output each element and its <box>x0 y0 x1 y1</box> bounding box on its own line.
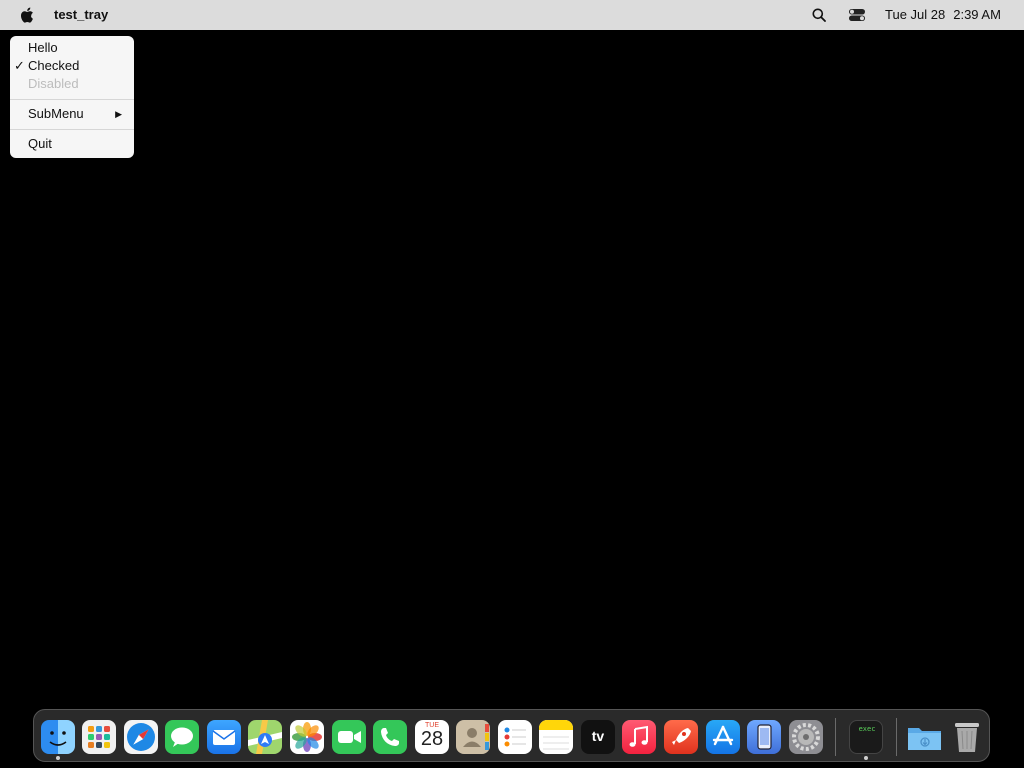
app-store-icon[interactable] <box>706 720 740 754</box>
submenu-arrow-icon: ▶ <box>115 109 122 119</box>
menu-item-checked[interactable]: ✓ Checked <box>10 57 134 75</box>
tray-dropdown-menu: Hello ✓ Checked Disabled SubMenu ▶ Quit <box>10 36 134 158</box>
calendar-day: 28 <box>420 728 444 750</box>
tv-label: tv <box>591 728 605 744</box>
reminders-icon[interactable] <box>498 720 532 754</box>
menu-item-submenu[interactable]: SubMenu ▶ <box>10 105 134 123</box>
phone-icon[interactable] <box>373 720 407 754</box>
app-name-menu[interactable]: test_tray <box>54 7 108 22</box>
maps-icon[interactable] <box>248 720 282 754</box>
dock: TUE 28 tv exec <box>33 709 990 762</box>
search-icon[interactable] <box>812 8 826 22</box>
finder-icon[interactable] <box>41 720 75 754</box>
clock-time: 2:39 AM <box>953 7 1001 22</box>
trash-icon[interactable] <box>950 720 984 754</box>
calendar-icon[interactable]: TUE 28 <box>415 720 449 754</box>
launchpad-icon[interactable] <box>82 720 116 754</box>
safari-icon[interactable] <box>124 720 158 754</box>
mail-icon[interactable] <box>207 720 241 754</box>
menu-item-label: Quit <box>28 136 52 151</box>
photos-icon[interactable] <box>290 720 324 754</box>
facetime-icon[interactable] <box>332 720 366 754</box>
dock-divider <box>896 718 897 756</box>
exec-label: exec <box>858 725 876 733</box>
system-settings-icon[interactable] <box>789 720 823 754</box>
music-icon[interactable] <box>622 720 656 754</box>
downloads-folder-icon[interactable] <box>907 720 941 754</box>
control-center-icon[interactable] <box>848 8 866 22</box>
menu-item-label: Disabled <box>28 76 79 91</box>
running-indicator <box>864 756 868 760</box>
apple-logo-icon[interactable] <box>20 6 36 24</box>
apple-tv-icon[interactable]: tv <box>581 720 615 754</box>
menu-item-disabled: Disabled <box>10 75 134 93</box>
contacts-icon[interactable] <box>456 720 490 754</box>
menu-item-hello[interactable]: Hello <box>10 39 134 57</box>
checkmark-icon: ✓ <box>14 58 25 73</box>
simulator-icon[interactable] <box>747 720 781 754</box>
notes-icon[interactable] <box>539 720 573 754</box>
messages-icon[interactable] <box>165 720 199 754</box>
menu-separator <box>10 99 134 100</box>
menu-bar-clock[interactable]: Tue Jul 28 2:39 AM <box>885 7 1001 22</box>
menu-bar: test_tray Tue Jul 28 2:39 AM <box>0 0 1024 30</box>
rocket-icon[interactable] <box>664 720 698 754</box>
clock-date: Tue Jul 28 <box>885 7 946 22</box>
dock-divider <box>835 718 836 756</box>
menu-item-label: SubMenu <box>28 106 84 121</box>
running-indicator <box>56 756 60 760</box>
menu-item-label: Checked <box>28 58 80 73</box>
terminal-exec-icon[interactable]: exec <box>849 720 883 754</box>
menu-item-label: Hello <box>28 40 58 55</box>
menu-separator <box>10 129 134 130</box>
menu-item-quit[interactable]: Quit <box>10 135 134 153</box>
